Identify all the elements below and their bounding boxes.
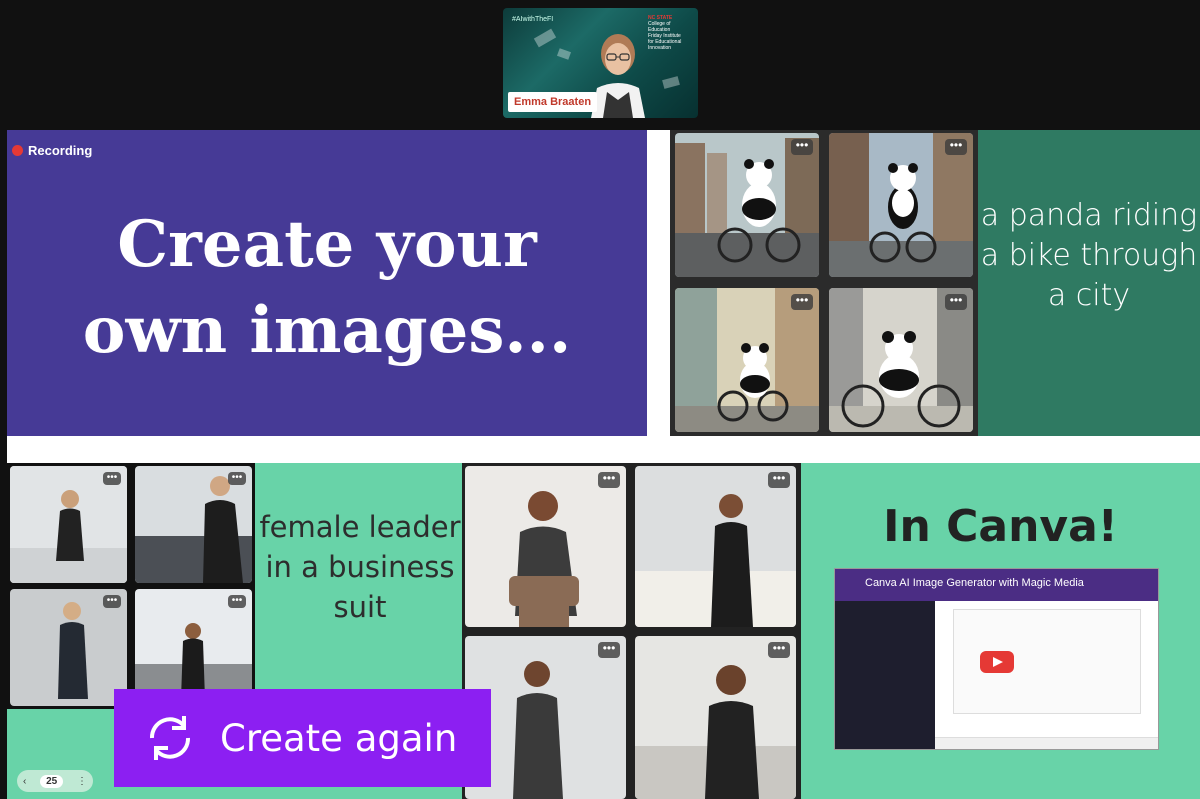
previous-page-icon[interactable]: ‹ [23, 776, 26, 787]
leader-prompt-text: female leader in a business suit [259, 510, 461, 624]
logo-line: for Educational Innovation [648, 39, 682, 51]
background-shard [556, 48, 572, 60]
leader-image-1[interactable]: ••• [10, 466, 127, 583]
create-again-label: Create again [220, 716, 458, 760]
video-title: Canva AI Image Generator with Magic Medi… [865, 577, 1084, 589]
more-options-button[interactable]: ••• [791, 139, 813, 155]
presenter-logo: NC STATE College of Education Friday Ins… [648, 15, 690, 51]
panda-prompt-text: a panda riding a bike through a city [980, 198, 1198, 313]
video-sidebar [835, 601, 935, 749]
recording-indicator: Recording [12, 143, 92, 158]
background-shard [662, 76, 680, 89]
slide-title: Create your own images... [7, 202, 647, 374]
panda-image-1[interactable]: ••• [675, 133, 819, 277]
page-menu-icon[interactable]: ⋮ [77, 776, 87, 787]
business-woman-photo [635, 636, 796, 799]
refresh-icon [149, 716, 191, 760]
create-again-button[interactable]: Create again [114, 689, 491, 787]
more-options-button[interactable]: ••• [103, 472, 121, 485]
more-options-button[interactable]: ••• [598, 642, 620, 658]
background-shard [533, 28, 557, 48]
panda-image-4[interactable]: ••• [829, 288, 973, 432]
more-options-button[interactable]: ••• [768, 472, 790, 488]
title-line-1: Create your [117, 207, 537, 282]
more-options-button[interactable]: ••• [768, 642, 790, 658]
more-options-button[interactable]: ••• [791, 294, 813, 310]
leader-image-2[interactable]: ••• [135, 466, 252, 583]
title-panel: Recording Create your own images... [7, 130, 647, 436]
recording-label: Recording [28, 143, 93, 158]
business-woman-photo [635, 466, 796, 627]
business-woman-photo [465, 466, 626, 627]
more-options-button[interactable]: ••• [945, 139, 967, 155]
more-options-button[interactable]: ••• [103, 595, 121, 608]
more-options-button[interactable]: ••• [228, 472, 246, 485]
more-options-button[interactable]: ••• [598, 472, 620, 488]
leader-image-5[interactable]: ••• [465, 466, 626, 627]
leader-image-grid-small: ••• ••• ••• ••• [7, 463, 255, 709]
panda-caption-panel: a panda riding a bike through a city [978, 130, 1200, 436]
video-bottom-bar [935, 737, 1158, 749]
presenter-hashtag: #AIwithTheFI [512, 16, 554, 23]
leader-image-6[interactable]: ••• [635, 466, 796, 627]
panda-image-2[interactable]: ••• [829, 133, 973, 277]
presenter-name: Emma Braaten [508, 92, 598, 112]
page-number: 25 [40, 774, 64, 788]
more-options-button[interactable]: ••• [945, 294, 967, 310]
more-options-button[interactable]: ••• [228, 595, 246, 608]
bottom-band: ••• ••• ••• ••• female leader in a busin… [7, 463, 1200, 799]
play-icon[interactable] [980, 651, 1014, 673]
panda-image-grid: ••• ••• ••• ••• [670, 130, 978, 436]
canva-heading: In Canva! [883, 501, 1118, 552]
leader-image-8[interactable]: ••• [635, 636, 796, 799]
title-line-2: own images... [82, 293, 572, 368]
leader-image-3[interactable]: ••• [10, 589, 127, 706]
logo-line: College of Education [648, 21, 671, 33]
presenter-video-tile[interactable]: #AIwithTheFI NC STATE College of Educati… [503, 8, 698, 118]
page-navigator[interactable]: ‹ 25 ⋮ [17, 770, 93, 792]
leader-image-grid-large: ••• ••• ••• ••• [462, 463, 801, 799]
recording-dot-icon [12, 145, 23, 156]
embedded-video[interactable]: Canva AI Image Generator with Magic Medi… [834, 568, 1159, 750]
shared-slide: Recording Create your own images... ••• [7, 130, 1200, 799]
panda-image-3[interactable]: ••• [675, 288, 819, 432]
